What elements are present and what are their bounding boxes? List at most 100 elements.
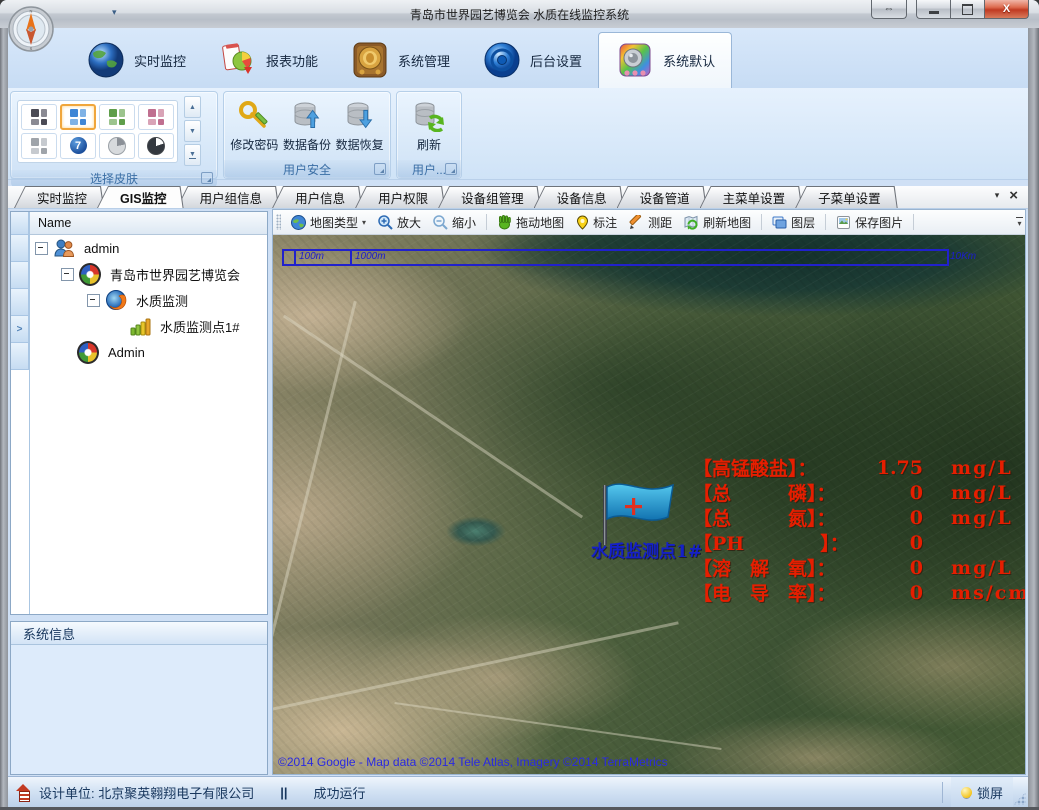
database-refresh-icon xyxy=(412,99,446,133)
dialog-launcher-icon[interactable] xyxy=(445,163,457,175)
collapse-icon[interactable] xyxy=(35,242,48,255)
skin-option-blue[interactable] xyxy=(60,104,96,130)
pan-map-button[interactable]: 拖动地图 xyxy=(492,212,569,233)
dialog-launcher-icon[interactable] xyxy=(374,163,386,175)
tree-node-water-quality[interactable]: 水质监测 xyxy=(30,287,267,313)
toolbar-grip[interactable] xyxy=(276,214,281,230)
indicator-cell[interactable] xyxy=(11,235,29,262)
toolbar-separator xyxy=(825,214,826,230)
reading-dissolved-oxygen: 【溶 解 氧】：0mg/L xyxy=(693,555,1025,580)
system-info-header[interactable]: 系统信息 xyxy=(11,622,267,645)
ribbon-tab-label: 系统管理 xyxy=(398,51,450,70)
data-restore-button[interactable]: 数据恢复 xyxy=(335,99,384,153)
skin-option-pie-dark[interactable] xyxy=(138,133,174,159)
map-pin-icon xyxy=(576,215,589,230)
skin-gallery: 7 xyxy=(17,100,178,163)
window-border xyxy=(0,28,8,810)
indicator-cell-focused[interactable]: > xyxy=(11,316,29,343)
doc-tab-main-menu[interactable]: 主菜单设置 xyxy=(700,186,803,208)
ribbon-group-user-security: 修改密码 数据备份 数据恢复 xyxy=(223,91,391,179)
ribbon-tab-system-default[interactable]: 系统默认 xyxy=(598,32,732,88)
skin-scroll-up-button[interactable]: ▲ xyxy=(184,96,201,118)
save-image-button[interactable]: 保存图片 xyxy=(831,212,908,233)
layers-button[interactable]: 图层 xyxy=(767,212,820,233)
ribbon-tab-realtime[interactable]: 实时监控 xyxy=(70,32,202,88)
refresh-map-button[interactable]: 刷新地图 xyxy=(679,212,756,233)
zoom-in-button[interactable]: 放大 xyxy=(373,212,426,233)
tree-column-header[interactable]: Name xyxy=(30,212,267,235)
ribbon-group-user: 刷新 用户... xyxy=(396,91,462,179)
scale-label-1000m: 1000m xyxy=(355,251,386,262)
quick-access-caret-icon[interactable]: ▾ xyxy=(112,7,117,18)
minimize-button[interactable] xyxy=(916,0,950,19)
doc-tab-user-rights[interactable]: 用户权限 xyxy=(355,186,445,208)
data-backup-button[interactable]: 数据备份 xyxy=(283,99,332,153)
resize-button[interactable]: ⇔ xyxy=(871,0,907,19)
window-border xyxy=(1028,28,1039,810)
skin-option-dark[interactable] xyxy=(21,104,57,130)
save-image-icon xyxy=(836,215,851,230)
skin-green-icon xyxy=(109,109,125,125)
collapse-icon[interactable] xyxy=(87,294,100,307)
doc-tab-user-groups[interactable]: 用户组信息 xyxy=(177,186,280,208)
maximize-button[interactable] xyxy=(950,0,984,19)
map-type-button[interactable]: 地图类型 ▾ xyxy=(286,212,371,233)
app-menu-button[interactable]: N S xyxy=(8,6,54,52)
toolbar-overflow-button[interactable]: ▾ xyxy=(1016,217,1023,228)
indicator-cell[interactable] xyxy=(11,262,29,289)
ribbon-tab-system-admin[interactable]: 系统管理 xyxy=(334,32,466,88)
resize-grip[interactable] xyxy=(1013,792,1026,805)
tree-node-admin2[interactable]: Admin xyxy=(30,339,267,365)
skin-pie-dark-icon xyxy=(147,137,165,155)
doc-tab-device-groups[interactable]: 设备组管理 xyxy=(438,186,541,208)
doc-tab-device-info[interactable]: 设备信息 xyxy=(534,186,624,208)
system-info-panel: 系统信息 xyxy=(10,621,268,775)
medallion-icon xyxy=(350,40,390,80)
water-quality-readings: 【高锰酸盐】：1.75mg/L 【总 磷】：0mg/L 【总 氮】：0mg/L … xyxy=(693,455,1025,605)
doc-tab-realtime[interactable]: 实时监控 xyxy=(14,186,104,208)
title-bar[interactable]: 青岛市世界园艺博览会 水质在线监控系统 ⇔ X xyxy=(0,0,1039,29)
status-bar: 设计单位: 北京聚英翱翔电子有限公司 || 成功运行 锁屏 xyxy=(8,776,1028,807)
doc-tab-gis[interactable]: GIS监控 xyxy=(97,186,184,208)
close-button[interactable]: X xyxy=(984,0,1029,19)
tree-node-admin[interactable]: admin xyxy=(30,235,267,261)
indicator-cell[interactable] xyxy=(11,343,29,370)
doc-tab-user-info[interactable]: 用户信息 xyxy=(272,186,362,208)
tab-list-caret-icon[interactable]: ▾ xyxy=(995,190,1000,201)
zoom-out-button[interactable]: 缩小 xyxy=(428,212,481,233)
skin-option-pink[interactable] xyxy=(138,104,174,130)
ribbon-body: 7 ▲ ▼ ▼ 选择皮肤 xyxy=(8,88,1028,180)
color-wheel-icon xyxy=(79,264,101,284)
collapse-icon[interactable] xyxy=(61,268,74,281)
status-separator: || xyxy=(280,785,287,800)
tree-node-expo[interactable]: 青岛市世界园艺博览会 xyxy=(30,261,267,287)
reading-total-phosphorus: 【总 磷】：0mg/L xyxy=(693,480,1025,505)
skin-option-seven[interactable]: 7 xyxy=(60,133,96,159)
ribbon-tab-reports[interactable]: 报表功能 xyxy=(202,32,334,88)
tree-node-monitor-point[interactable]: 水质监测点1# xyxy=(30,313,267,339)
ribbon-tab-backend[interactable]: 后台设置 xyxy=(466,32,598,88)
skin-option-pie-light[interactable] xyxy=(99,133,135,159)
tab-close-icon[interactable]: × xyxy=(1009,187,1018,204)
lock-screen-button[interactable]: 锁屏 xyxy=(951,777,1013,807)
map-road xyxy=(273,301,357,709)
skin-scroll-down-button[interactable]: ▼ xyxy=(184,120,201,142)
dialog-launcher-icon[interactable] xyxy=(201,172,213,184)
ribbon-group-skins: 7 ▲ ▼ ▼ 选择皮肤 xyxy=(10,91,218,179)
doc-tab-device-pipes[interactable]: 设备管道 xyxy=(617,186,707,208)
annotate-button[interactable]: 标注 xyxy=(571,212,622,233)
refresh-button[interactable]: 刷新 xyxy=(403,99,455,153)
doc-tab-sub-menu[interactable]: 子菜单设置 xyxy=(795,186,898,208)
reading-permanganate: 【高锰酸盐】：1.75mg/L xyxy=(693,455,1025,480)
marker-label[interactable]: 水质监测点1# xyxy=(591,537,702,562)
change-password-button[interactable]: 修改密码 xyxy=(230,99,279,153)
indicator-cell[interactable] xyxy=(11,289,29,316)
skin-option-gray[interactable] xyxy=(21,133,57,159)
skin-option-green[interactable] xyxy=(99,104,135,130)
indicator-header-cell xyxy=(11,212,29,235)
measure-button[interactable]: 测距 xyxy=(624,212,677,233)
map-canvas[interactable]: 100m 1000m 10Km 水质监测点1# xyxy=(273,235,1025,774)
map-road xyxy=(394,702,721,750)
tree-indicator-column: > xyxy=(11,212,30,614)
skin-gallery-more-button[interactable]: ▼ xyxy=(184,144,201,166)
